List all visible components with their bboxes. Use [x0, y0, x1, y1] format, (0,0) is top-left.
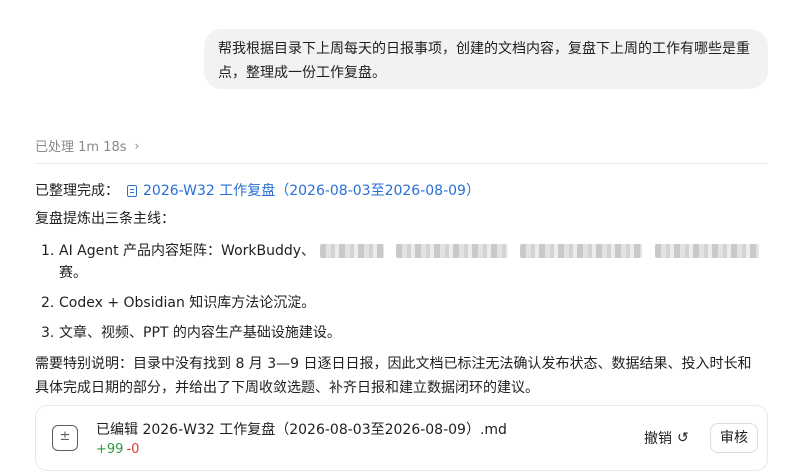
undo-label: 撤销: [644, 431, 672, 447]
diff-stats: +99 -0: [96, 442, 139, 457]
lines-added: +99: [96, 442, 124, 457]
redacted-block: [319, 244, 384, 258]
redacted-block: [654, 244, 759, 258]
list-item-text: AI Agent 产品内容矩阵：WorkBuddy、: [59, 243, 316, 259]
list-item-text-cont: 赛。: [59, 265, 87, 281]
list-item: 1. AI Agent 产品内容矩阵：WorkBuddy、 赛。: [35, 240, 775, 284]
done-label: 已整理完成：: [35, 183, 119, 199]
document-icon: [127, 185, 137, 197]
user-message-bubble: 帮我根据目录下上周每天的日报事项，创建的文档内容，复盘下上周的工作有哪些是重 点…: [204, 29, 768, 89]
diff-file-icon: ±: [52, 425, 78, 451]
list-item: 3. 文章、视频、PPT 的内容生产基础设施建设。: [35, 322, 775, 344]
review-button[interactable]: 审核: [710, 423, 758, 453]
list-item-text: Codex + Obsidian 知识库方法论沉淀。: [59, 295, 316, 311]
processed-toggle[interactable]: 已处理 1m 18s ›: [35, 136, 140, 156]
redacted-block: [395, 244, 508, 258]
list-item-text: 文章、视频、PPT 的内容生产基础设施建设。: [59, 325, 341, 341]
chevron-right-icon: ›: [134, 138, 140, 153]
user-message-line-2: 点，整理成一份工作复盘。: [218, 65, 386, 81]
edit-card: ± 已编辑 2026-W32 工作复盘（2026-08-03至2026-08-0…: [35, 405, 768, 471]
assistant-answer: 已整理完成： 2026-W32 工作复盘（2026-08-03至2026-08-…: [35, 180, 775, 400]
processed-label: 已处理 1m 18s: [35, 140, 127, 155]
intro-text: 复盘提炼出三条主线：: [35, 211, 175, 227]
doc-link-text: 2026-W32 工作复盘（2026-08-03至2026-08-09）: [143, 183, 480, 199]
undo-icon: ↺: [677, 430, 689, 446]
edit-title: 已编辑 2026-W32 工作复盘（2026-08-03至2026-08-09）…: [96, 422, 507, 438]
main-lines-list: 1. AI Agent 产品内容矩阵：WorkBuddy、 赛。 2. Code…: [35, 240, 775, 344]
redacted-block: [520, 244, 643, 258]
doc-link[interactable]: 2026-W32 工作复盘（2026-08-03至2026-08-09）: [127, 180, 480, 202]
list-item: 2. Codex + Obsidian 知识库方法论沉淀。: [35, 292, 775, 314]
undo-button[interactable]: 撤销 ↺: [644, 428, 689, 448]
user-message-line-1: 帮我根据目录下上周每天的日报事项，创建的文档内容，复盘下上周的工作有哪些是重: [218, 41, 750, 57]
special-note: 需要特别说明：目录中没有找到 8 月 3—9 日逐日日报，因此文档已标注无法确认…: [35, 356, 752, 396]
lines-removed: -0: [126, 442, 140, 457]
divider: [35, 163, 767, 164]
